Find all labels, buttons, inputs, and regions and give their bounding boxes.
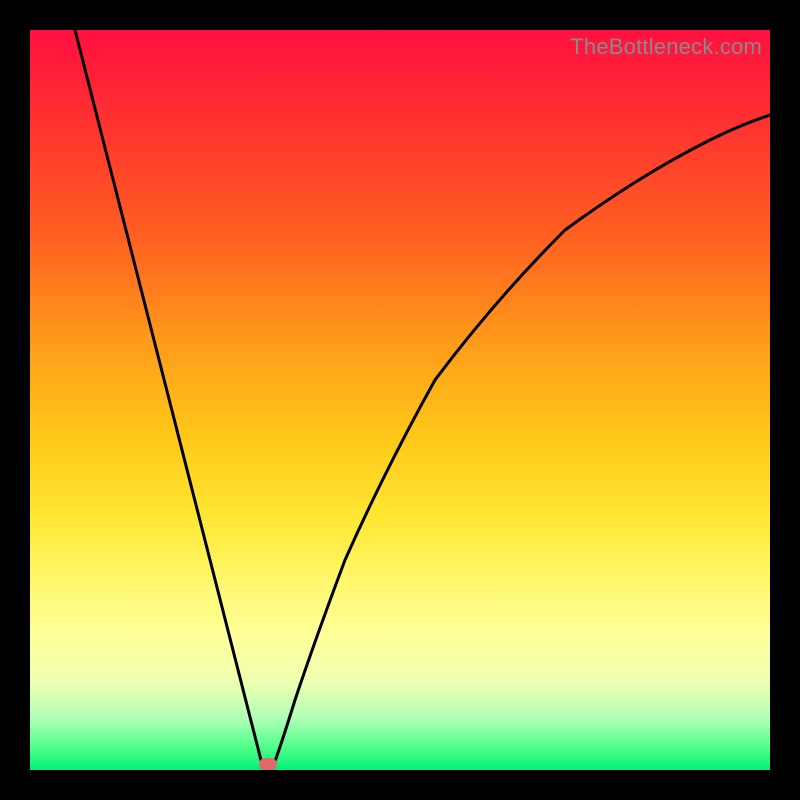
curve-right-branch <box>274 115 770 764</box>
bottleneck-curve <box>30 30 770 770</box>
chart-container: TheBottleneck.com <box>0 0 800 800</box>
optimal-marker <box>259 758 277 770</box>
plot-area: TheBottleneck.com <box>30 30 770 770</box>
curve-left-branch <box>75 30 262 764</box>
